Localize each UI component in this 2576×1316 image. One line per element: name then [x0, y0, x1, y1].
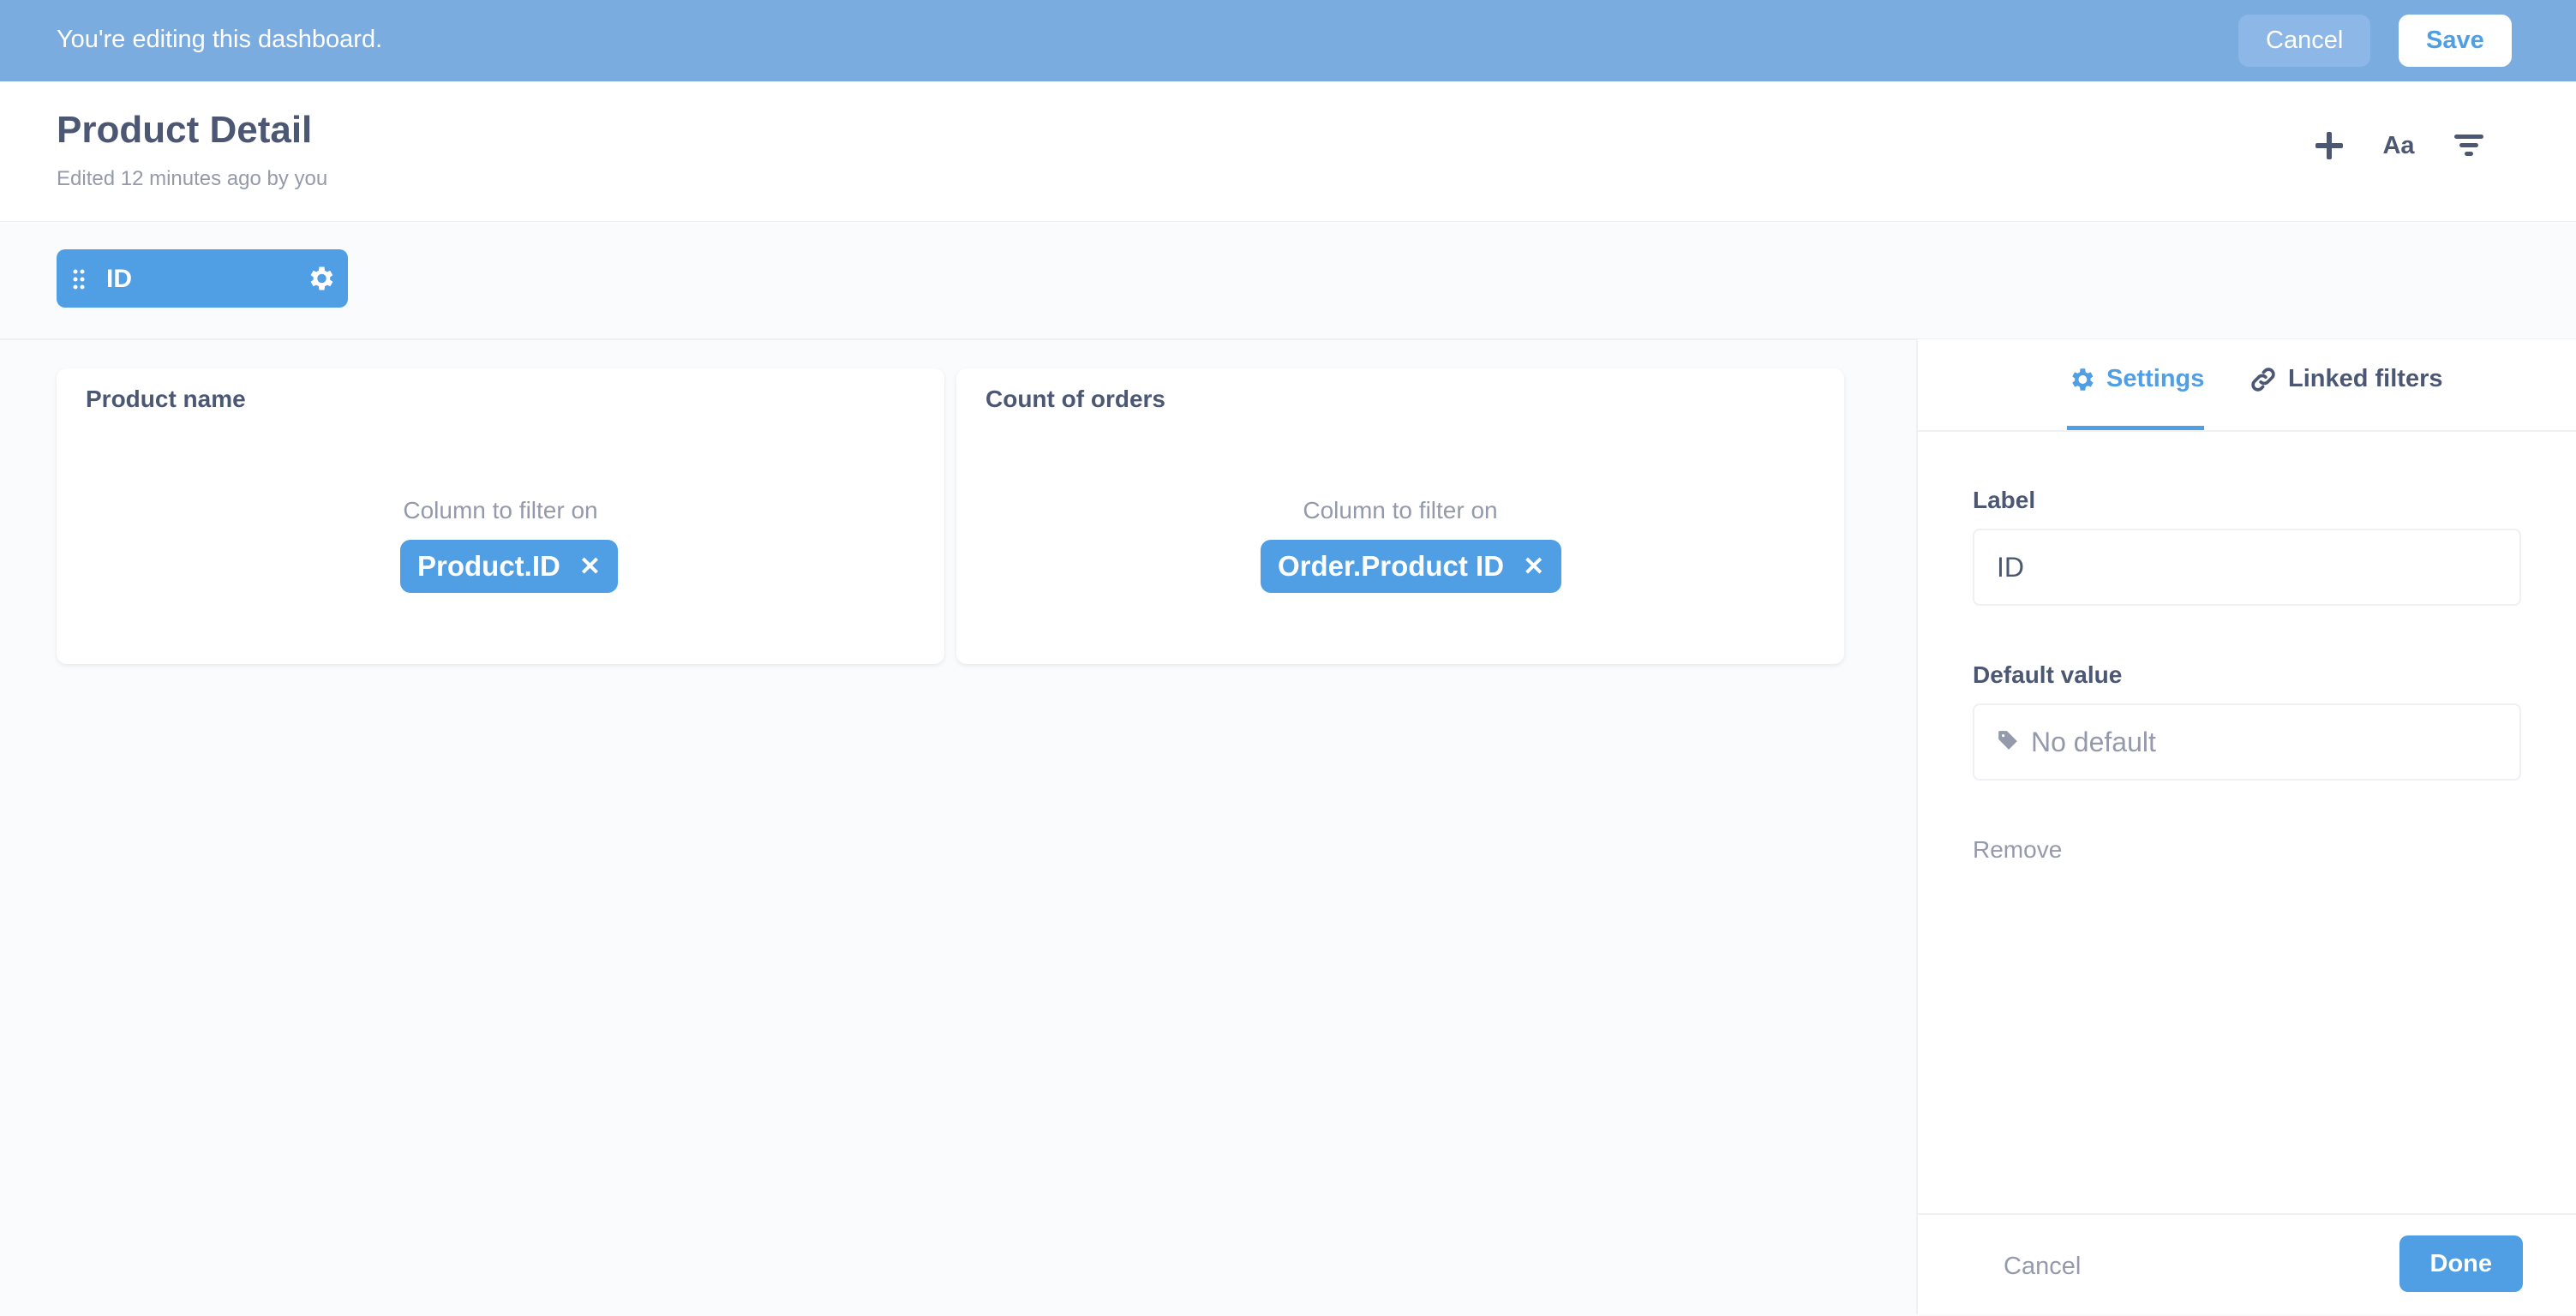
- last-edited-info[interactable]: Edited 12 minutes ago by you: [57, 167, 327, 191]
- card-title: Count of orders: [985, 386, 1165, 412]
- link-icon: [2249, 365, 2278, 401]
- label-field-title: Label: [1973, 487, 2036, 513]
- label-input-value: ID: [1997, 551, 2024, 583]
- filter-mapping-caption: Column to filter on: [1303, 497, 1498, 523]
- drag-handle-icon[interactable]: [72, 268, 86, 295]
- default-value-field-title: Default value: [1973, 661, 2123, 688]
- add-icon[interactable]: [2309, 126, 2349, 165]
- text-icon[interactable]: Aa: [2379, 126, 2418, 165]
- sidebar-cancel-button[interactable]: Cancel: [2004, 1253, 2081, 1281]
- cancel-edit-button[interactable]: Cancel: [2238, 15, 2371, 67]
- edit-mode-banner: You're editing this dashboard. Cancel Sa…: [0, 0, 2576, 81]
- tab-linked-filters-label: Linked filters: [2288, 365, 2443, 392]
- sidebar-footer: Cancel Done: [1918, 1213, 2576, 1316]
- dashboard-header: Product Detail Edited 12 minutes ago by …: [0, 81, 2576, 223]
- tab-settings-label: Settings: [2106, 365, 2205, 392]
- column-mapping-select[interactable]: Order.Product ID ✕: [1261, 540, 1562, 593]
- parameters-bar: ID: [0, 222, 2576, 340]
- tab-settings[interactable]: Settings: [2067, 365, 2205, 430]
- edit-mode-message: You're editing this dashboard.: [57, 26, 383, 53]
- done-button[interactable]: Done: [2399, 1235, 2523, 1292]
- gear-icon[interactable]: [305, 263, 336, 298]
- save-dashboard-button[interactable]: Save: [2399, 15, 2512, 67]
- filter-settings-sidebar: Settings Linked filters Label ID Default…: [1916, 339, 2576, 1314]
- filter-chip-label: ID: [106, 265, 132, 293]
- close-icon[interactable]: ✕: [1523, 552, 1544, 582]
- label-input[interactable]: ID: [1973, 529, 2521, 606]
- column-mapping-label: Product.ID: [417, 550, 560, 582]
- default-value-input[interactable]: No default: [1973, 703, 2521, 781]
- filter-icon[interactable]: [2449, 126, 2489, 165]
- close-icon[interactable]: ✕: [579, 552, 601, 582]
- default-value-placeholder: No default: [2031, 726, 2156, 757]
- card-title: Product name: [86, 386, 246, 412]
- column-mapping-label: Order.Product ID: [1278, 550, 1505, 582]
- column-mapping-select[interactable]: Product.ID ✕: [400, 540, 618, 593]
- sidebar-tabs: Settings Linked filters: [1918, 339, 2576, 432]
- tag-icon: [1997, 727, 2019, 758]
- filter-chip-id[interactable]: ID: [57, 249, 348, 308]
- dashcard-count-of-orders: Count of orders Column to filter on Orde…: [956, 368, 1844, 664]
- filter-mapping-caption: Column to filter on: [403, 497, 598, 523]
- tab-linked-filters[interactable]: Linked filters: [2249, 365, 2443, 430]
- remove-filter-button[interactable]: Remove: [1973, 836, 2062, 864]
- gear-icon: [2067, 365, 2096, 401]
- dashboard-title[interactable]: Product Detail: [57, 109, 312, 152]
- dashcard-product-name: Product name Column to filter on Product…: [57, 368, 944, 664]
